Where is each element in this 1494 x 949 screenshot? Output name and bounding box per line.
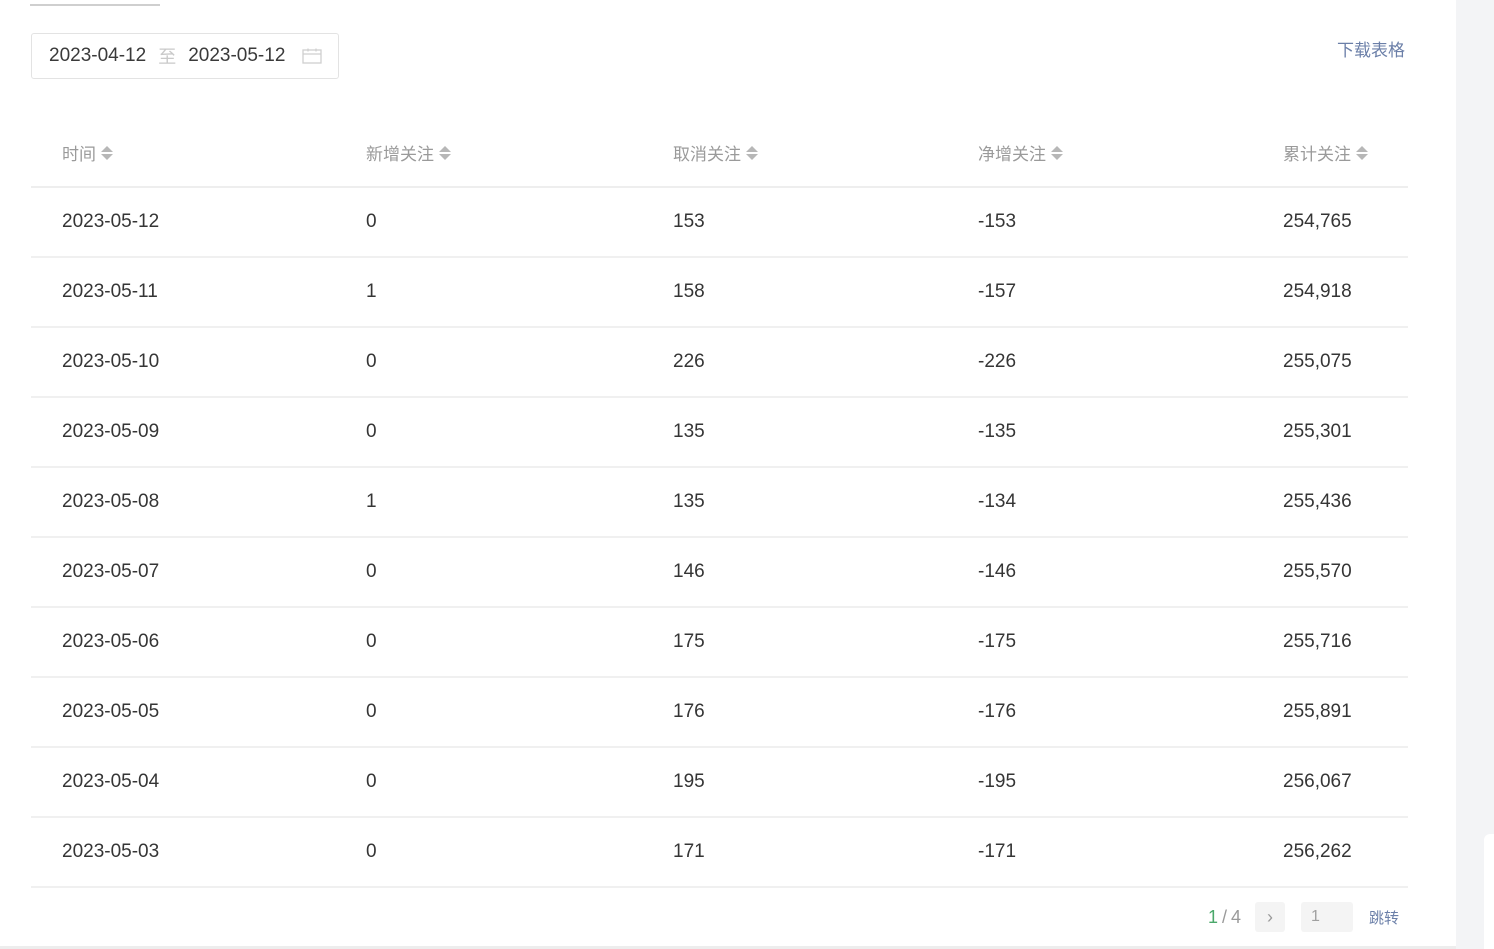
page-separator: / bbox=[1222, 906, 1228, 927]
column-header-label: 新增关注 bbox=[366, 145, 434, 164]
cell-total-follows: 256,067 bbox=[1253, 747, 1408, 818]
cell-net-follows: -146 bbox=[948, 537, 1253, 608]
cell-net-follows: -135 bbox=[948, 397, 1253, 468]
table-row: 2023-05-05 0 176 -176 255,891 bbox=[31, 677, 1408, 748]
download-table-link[interactable]: 下载表格 bbox=[1337, 36, 1405, 61]
cell-total-follows: 256,262 bbox=[1253, 817, 1408, 888]
section-title-fragment bbox=[30, 0, 160, 6]
cell-total-follows: 255,716 bbox=[1253, 607, 1408, 678]
date-range-start[interactable]: 2023-04-12 bbox=[49, 45, 146, 67]
cell-total-follows: 254,765 bbox=[1253, 187, 1408, 258]
cell-time: 2023-05-08 bbox=[31, 467, 336, 538]
date-range-separator: 至 bbox=[158, 47, 177, 67]
cell-new-follows: 0 bbox=[336, 747, 642, 818]
cell-time: 2023-05-10 bbox=[31, 327, 336, 398]
cell-new-follows: 0 bbox=[336, 817, 642, 888]
table-row: 2023-05-04 0 195 -195 256,067 bbox=[31, 747, 1408, 818]
page-number-input[interactable] bbox=[1301, 902, 1354, 932]
sort-icon[interactable] bbox=[1051, 145, 1063, 160]
table-row: 2023-05-09 0 135 -135 255,301 bbox=[31, 397, 1408, 468]
column-header-unfollows[interactable]: 取消关注 bbox=[642, 119, 948, 188]
total-pages: 4 bbox=[1231, 906, 1242, 927]
cell-net-follows: -171 bbox=[948, 817, 1253, 888]
cell-unfollows: 146 bbox=[642, 537, 948, 608]
cell-unfollows: 175 bbox=[642, 607, 948, 678]
cell-net-follows: -195 bbox=[948, 747, 1253, 818]
cell-new-follows: 0 bbox=[336, 537, 642, 608]
cell-unfollows: 176 bbox=[642, 677, 948, 748]
table-row: 2023-05-12 0 153 -153 254,765 bbox=[31, 187, 1408, 258]
cell-new-follows: 1 bbox=[336, 257, 642, 328]
table-row: 2023-05-11 1 158 -157 254,918 bbox=[31, 257, 1408, 328]
cell-total-follows: 255,301 bbox=[1253, 397, 1408, 468]
cell-net-follows: -176 bbox=[948, 677, 1253, 748]
table-row: 2023-05-06 0 175 -175 255,716 bbox=[31, 607, 1408, 678]
cell-new-follows: 0 bbox=[336, 397, 642, 468]
column-header-label: 时间 bbox=[62, 145, 96, 164]
date-range-picker[interactable]: 2023-04-12 至 2023-05-12 bbox=[31, 33, 339, 79]
right-gutter bbox=[1456, 0, 1494, 949]
cell-unfollows: 171 bbox=[642, 817, 948, 888]
cell-net-follows: -153 bbox=[948, 187, 1253, 258]
cell-total-follows: 255,570 bbox=[1253, 537, 1408, 608]
side-panel-edge bbox=[1484, 834, 1494, 949]
sort-icon[interactable] bbox=[439, 145, 451, 160]
cell-new-follows: 0 bbox=[336, 607, 642, 678]
table-row: 2023-05-08 1 135 -134 255,436 bbox=[31, 467, 1408, 538]
cell-unfollows: 135 bbox=[642, 397, 948, 468]
column-header-time[interactable]: 时间 bbox=[31, 119, 336, 188]
cell-unfollows: 195 bbox=[642, 747, 948, 818]
cell-time: 2023-05-04 bbox=[31, 747, 336, 818]
cell-unfollows: 158 bbox=[642, 257, 948, 328]
cell-new-follows: 0 bbox=[336, 327, 642, 398]
cell-new-follows: 0 bbox=[336, 187, 642, 258]
next-page-button[interactable]: › bbox=[1255, 902, 1286, 932]
date-range-end[interactable]: 2023-05-12 bbox=[188, 45, 285, 67]
table-row: 2023-05-07 0 146 -146 255,570 bbox=[31, 537, 1408, 608]
cell-total-follows: 255,436 bbox=[1253, 467, 1408, 538]
column-header-label: 取消关注 bbox=[673, 145, 741, 164]
follower-data-table: 时间 新增关注 取消关注 净增关注 累计关注 2023-05-12 0 153 -15… bbox=[31, 119, 1408, 888]
cell-new-follows: 0 bbox=[336, 677, 642, 748]
table-row: 2023-05-10 0 226 -226 255,075 bbox=[31, 327, 1408, 398]
cell-new-follows: 1 bbox=[336, 467, 642, 538]
calendar-icon[interactable] bbox=[302, 48, 323, 64]
chevron-right-icon: › bbox=[1267, 906, 1274, 927]
cell-unfollows: 153 bbox=[642, 187, 948, 258]
column-header-total-follows[interactable]: 累计关注 bbox=[1253, 119, 1408, 188]
column-header-label: 净增关注 bbox=[978, 145, 1046, 164]
current-page: 1 bbox=[1208, 906, 1219, 927]
cell-total-follows: 254,918 bbox=[1253, 257, 1408, 328]
cell-time: 2023-05-06 bbox=[31, 607, 336, 678]
pagination: 1 / 4 › 跳转 bbox=[1208, 900, 1399, 934]
jump-button[interactable]: 跳转 bbox=[1369, 907, 1399, 928]
cell-net-follows: -226 bbox=[948, 327, 1253, 398]
cell-unfollows: 226 bbox=[642, 327, 948, 398]
sort-icon[interactable] bbox=[1356, 145, 1368, 160]
sort-icon[interactable] bbox=[101, 145, 113, 160]
cell-net-follows: -175 bbox=[948, 607, 1253, 678]
column-header-new-follows[interactable]: 新增关注 bbox=[336, 119, 642, 188]
cell-total-follows: 255,891 bbox=[1253, 677, 1408, 748]
cell-time: 2023-05-05 bbox=[31, 677, 336, 748]
cell-net-follows: -134 bbox=[948, 467, 1253, 538]
cell-time: 2023-05-03 bbox=[31, 817, 336, 888]
table-row: 2023-05-03 0 171 -171 256,262 bbox=[31, 817, 1408, 888]
cell-time: 2023-05-12 bbox=[31, 187, 336, 258]
table-header-row: 时间 新增关注 取消关注 净增关注 累计关注 bbox=[31, 119, 1408, 188]
column-header-label: 累计关注 bbox=[1283, 145, 1351, 164]
cell-net-follows: -157 bbox=[948, 257, 1253, 328]
sort-icon[interactable] bbox=[746, 145, 758, 160]
cell-time: 2023-05-09 bbox=[31, 397, 336, 468]
cell-time: 2023-05-11 bbox=[31, 257, 336, 328]
cell-unfollows: 135 bbox=[642, 467, 948, 538]
cell-total-follows: 255,075 bbox=[1253, 327, 1408, 398]
cell-time: 2023-05-07 bbox=[31, 537, 336, 608]
column-header-net-follows[interactable]: 净增关注 bbox=[948, 119, 1253, 188]
